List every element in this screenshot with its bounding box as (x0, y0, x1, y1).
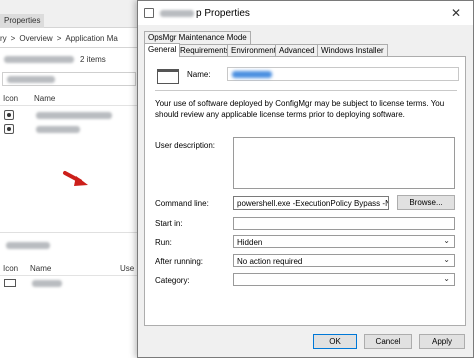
cancel-button[interactable]: Cancel (364, 334, 412, 349)
divider (155, 90, 457, 91)
breadcrumb-separator: > (56, 34, 62, 43)
redacted-item-name (36, 112, 112, 119)
details-list-header: Icon Name Use (0, 262, 140, 276)
dialog-titlebar[interactable]: p Properties ✕ (138, 1, 473, 25)
column-header-name[interactable]: Name (30, 264, 51, 273)
items-count: 2 items (80, 54, 106, 64)
redacted-item-name (36, 126, 80, 133)
run-label: Run: (155, 238, 172, 247)
after-running-label: After running: (155, 257, 204, 266)
redacted-title-prefix (160, 9, 194, 17)
start-in-field[interactable] (233, 217, 455, 230)
breadcrumb-item-application-management[interactable]: Application Ma (65, 34, 117, 43)
column-header-user[interactable]: Use (120, 264, 134, 273)
deployment-type-icon (4, 110, 14, 120)
list-header: Icon Name (0, 92, 140, 106)
category-select[interactable]: ⌄ (233, 273, 455, 286)
search-input[interactable] (2, 72, 136, 86)
chevron-down-icon: ⌄ (443, 255, 450, 264)
license-notice: Your use of software deployed by ConfigM… (155, 99, 445, 119)
program-icon (157, 69, 179, 84)
redacted-search-text (7, 76, 55, 83)
after-running-select[interactable]: No action required ⌄ (233, 254, 455, 267)
console-titlebar: Properties (0, 0, 140, 28)
app-icon (144, 8, 154, 18)
user-description-label: User description: (155, 141, 216, 150)
chevron-down-icon: ⌄ (443, 274, 450, 283)
redacted-section-title (6, 242, 50, 249)
general-tab-panel: Name: Your use of software deployed by C… (144, 56, 466, 326)
dialog-title: p Properties (196, 7, 250, 19)
command-line-field[interactable]: powershell.exe -ExecutionPolicy Bypass -… (233, 196, 389, 210)
properties-dialog: p Properties ✕ OpsMgr Maintenance Mode G… (137, 0, 474, 358)
items-count-bar: 2 items (0, 50, 140, 68)
browse-button[interactable]: Browse... (397, 195, 455, 210)
name-label: Name: (187, 70, 211, 79)
breadcrumb: ry > Overview > Application Ma (0, 30, 140, 48)
close-icon[interactable]: ✕ (439, 1, 473, 25)
tab-general[interactable]: General (144, 43, 181, 57)
list-item[interactable] (0, 276, 140, 290)
column-header-icon[interactable]: Icon (3, 94, 18, 103)
start-in-label: Start in: (155, 219, 183, 228)
collection-icon (4, 279, 16, 287)
list-item[interactable] (0, 122, 140, 136)
run-value: Hidden (237, 238, 263, 247)
breadcrumb-item[interactable]: ry (0, 34, 7, 43)
command-line-label: Command line: (155, 199, 209, 208)
red-arrow-icon (63, 171, 88, 186)
properties-ribbon-tab[interactable]: Properties (0, 14, 45, 28)
run-select[interactable]: Hidden ⌄ (233, 235, 455, 248)
user-description-textarea[interactable] (233, 137, 455, 189)
details-section-header (0, 232, 140, 262)
category-label: Category: (155, 276, 190, 285)
column-header-icon[interactable]: Icon (3, 264, 18, 273)
redacted-item-name (32, 280, 62, 287)
arrow-shape (63, 171, 88, 186)
deployment-type-icon (4, 124, 14, 134)
ok-button[interactable]: OK (313, 334, 357, 349)
name-field[interactable] (227, 67, 459, 81)
breadcrumb-item-overview[interactable]: Overview (19, 34, 52, 43)
breadcrumb-separator: > (10, 34, 16, 43)
redacted-name-value (232, 71, 272, 78)
apply-button[interactable]: Apply (419, 334, 465, 349)
after-running-value: No action required (237, 257, 303, 266)
column-header-name[interactable]: Name (34, 94, 55, 103)
chevron-down-icon: ⌄ (443, 236, 450, 245)
redacted-collection-name (4, 55, 74, 63)
list-item[interactable] (0, 108, 140, 122)
